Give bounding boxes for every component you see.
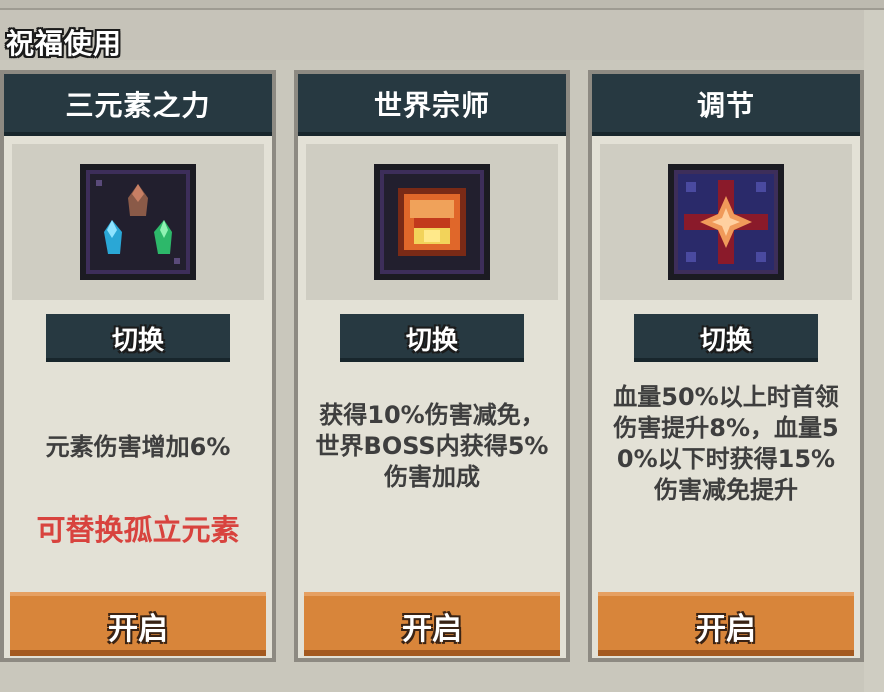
card-description: 元素伤害增加6% — [6, 432, 270, 463]
open-button[interactable]: 开启 — [598, 592, 854, 656]
replace-note: 可替换孤立元素 — [36, 513, 240, 547]
right-scroll-area — [864, 10, 884, 692]
open-label: 开启 — [696, 612, 756, 647]
card-description: 血量50%以上时首领 伤害提升8%，血量5 0%以下时获得15% 伤害减免提升 — [594, 382, 858, 506]
description-line: 伤害加成 — [384, 463, 480, 491]
top-border — [0, 0, 884, 10]
icon-panel — [12, 144, 264, 300]
tri-element-crystals-icon — [80, 164, 196, 280]
card-body: 世界宗师 切换 获得10%伤害减免， 世界BOSS内获得5% 伤害加成 开启 — [298, 74, 566, 658]
open-label: 开启 — [108, 612, 168, 647]
switch-button[interactable]: 切换 — [340, 314, 524, 362]
open-label: 开启 — [402, 612, 462, 647]
description-line: 0%以下时获得15% — [616, 445, 836, 473]
section-header: 祝福使用 — [0, 10, 864, 60]
section-title: 祝福使用 — [6, 27, 123, 60]
blessing-card-world-master: 世界宗师 切换 获得10%伤害减免， 世界BOSS内获得5% 伤害加成 开启 — [294, 70, 570, 662]
adjust-star-cross-icon — [668, 164, 784, 280]
icon-panel — [600, 144, 852, 300]
description-line: 世界BOSS内获得5% — [315, 432, 549, 460]
card-title: 调节 — [696, 89, 755, 122]
description-line: 元素伤害增加6% — [45, 433, 231, 461]
switch-label: 切换 — [405, 326, 458, 356]
card-description: 获得10%伤害减免， 世界BOSS内获得5% 伤害加成 — [300, 400, 564, 493]
card-title: 三元素之力 — [65, 89, 211, 122]
card-header: 三元素之力 — [4, 74, 272, 136]
description-line: 获得10%伤害减免， — [319, 401, 545, 429]
card-header: 世界宗师 — [298, 74, 566, 136]
card-body: 调节 切换 血量50%以上时首领 伤害提升8%，血量5 0%以下时获得15% 伤… — [592, 74, 860, 658]
card-title: 世界宗师 — [373, 89, 490, 122]
icon-panel — [306, 144, 558, 300]
switch-label: 切换 — [111, 326, 164, 356]
world-master-chest-icon — [374, 164, 490, 280]
card-header: 调节 — [592, 74, 860, 136]
description-line: 血量50%以上时首领 — [613, 383, 839, 411]
open-button[interactable]: 开启 — [304, 592, 560, 656]
open-button[interactable]: 开启 — [10, 592, 266, 656]
description-line: 伤害减免提升 — [654, 476, 798, 504]
switch-button[interactable]: 切换 — [634, 314, 818, 362]
card-body: 三元素之力 切换 元素伤害增加6% 可替换孤立元素 开启 — [4, 74, 272, 658]
description-line: 伤害提升8%，血量5 — [613, 414, 839, 442]
switch-label: 切换 — [699, 326, 752, 356]
blessing-card-adjust: 调节 切换 血量50%以上时首领 伤害提升8%，血量5 0%以下时获得15% 伤… — [588, 70, 864, 662]
switch-button[interactable]: 切换 — [46, 314, 230, 362]
blessing-card-tri-element: 三元素之力 切换 元素伤害增加6% 可替换孤立元素 开启 — [0, 70, 276, 662]
